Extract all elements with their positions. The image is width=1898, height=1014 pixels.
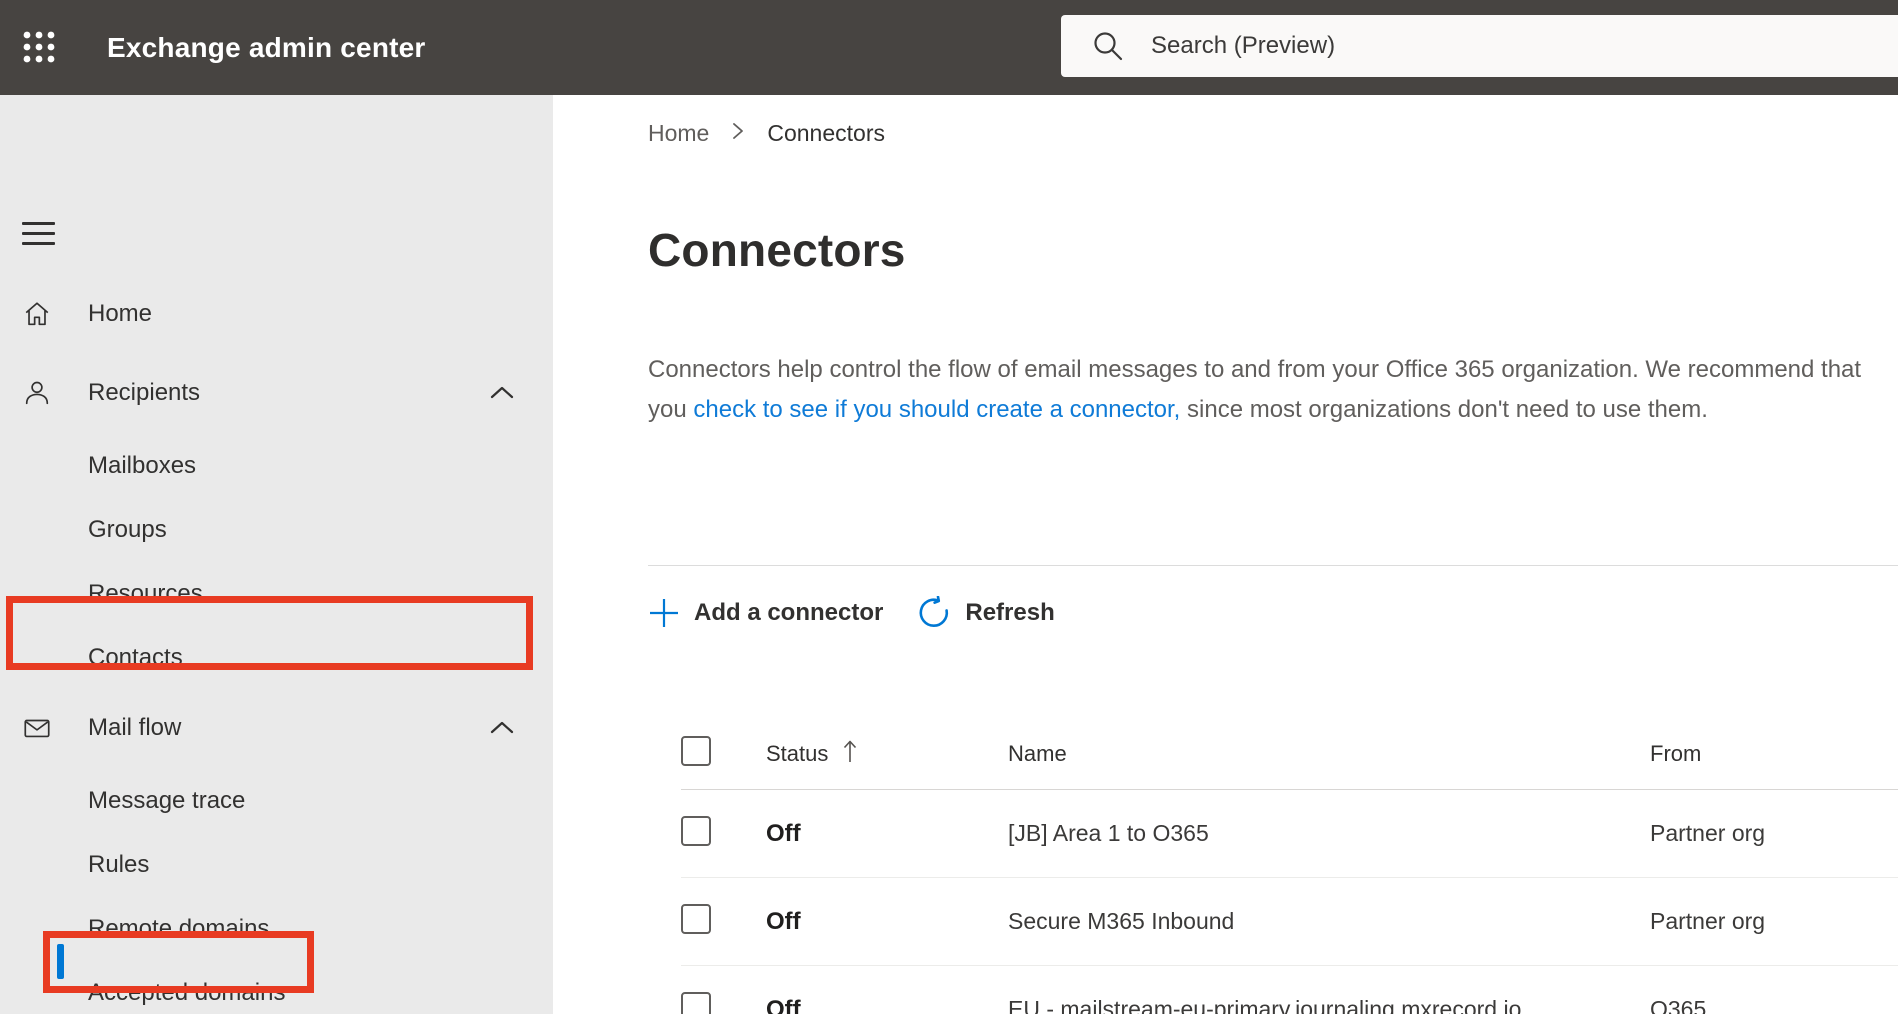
select-all-checkbox[interactable] <box>681 735 711 766</box>
search-icon <box>1094 32 1123 61</box>
mail-icon <box>22 713 52 743</box>
table-row[interactable]: Off Secure M365 Inbound Partner org <box>681 878 1898 966</box>
cell-name: Secure M365 Inbound <box>1008 908 1235 934</box>
check-create-connector-link[interactable]: check to see if you should create a conn… <box>693 396 1180 423</box>
search-input[interactable] <box>1151 32 1751 60</box>
sidebar-item-resources[interactable]: Resources <box>0 565 553 623</box>
table-row[interactable]: Off EU - mailstream-eu-primary.journalin… <box>681 966 1898 1014</box>
cell-from: O365 <box>1650 996 1707 1014</box>
sidebar-item-remote-domains[interactable]: Remote domains <box>0 900 553 958</box>
select-all-cell <box>681 735 766 772</box>
sidebar-item-mailboxes[interactable]: Mailboxes <box>0 437 553 495</box>
cell-status: Off <box>766 995 801 1014</box>
breadcrumb-home-link[interactable]: Home <box>648 120 709 147</box>
description-text-after: since most organizations don't need to u… <box>1180 396 1708 423</box>
refresh-button[interactable]: Refresh <box>917 596 1055 630</box>
column-header-label: Status <box>766 740 829 766</box>
row-checkbox[interactable] <box>681 992 711 1014</box>
cell-name: EU - mailstream-eu-primary.journaling.mx… <box>1008 996 1522 1014</box>
plus-icon <box>650 599 678 627</box>
sidebar-item-recipients[interactable]: Recipients <box>0 364 553 422</box>
selected-item-indicator <box>57 944 64 979</box>
breadcrumb: Home Connectors <box>648 115 885 151</box>
sidebar-item-label: Resources <box>88 580 203 607</box>
sidebar-item-mail-flow[interactable]: Mail flow <box>0 699 553 757</box>
waffle-icon <box>23 31 55 63</box>
app-launcher-button[interactable] <box>10 14 68 80</box>
sidebar-item-label: Rules <box>88 851 150 878</box>
sidebar-item-groups[interactable]: Groups <box>0 501 553 559</box>
main-content: Home Connectors Connectors Connectors he… <box>553 95 1898 1014</box>
sidebar-item-home[interactable]: Home <box>0 285 553 343</box>
page-description: Connectors help control the flow of emai… <box>648 350 1870 430</box>
hamburger-icon <box>20 221 60 245</box>
command-bar: Add a connector Refresh <box>648 587 1089 639</box>
connectors-table: Status Name From Off [JB] Area 1 to O365… <box>681 718 1898 1014</box>
row-select-cell <box>681 904 766 939</box>
table-header-row: Status Name From <box>681 718 1898 790</box>
sidebar-item-message-trace[interactable]: Message trace <box>0 772 553 830</box>
nav-collapse-button[interactable] <box>20 215 60 251</box>
breadcrumb-current: Connectors <box>767 119 885 146</box>
person-icon <box>22 378 52 408</box>
top-app-bar: Exchange admin center <box>0 0 1898 95</box>
sidebar-item-label: Home <box>88 300 153 327</box>
page-title: Connectors <box>648 224 906 276</box>
row-checkbox[interactable] <box>681 816 711 846</box>
toolbar-divider <box>648 565 1898 566</box>
sidebar-item-contacts[interactable]: Contacts <box>0 629 553 687</box>
row-checkbox[interactable] <box>681 904 711 934</box>
home-icon <box>22 299 52 329</box>
global-search-box[interactable] <box>1061 15 1898 77</box>
sidebar-item-label: Groups <box>88 516 167 543</box>
sidebar-item-accepted-domains[interactable]: Accepted domains <box>0 964 553 1014</box>
column-header-from[interactable]: From <box>1650 741 1898 767</box>
sidebar-item-rules[interactable]: Rules <box>0 836 553 894</box>
row-select-cell <box>681 816 766 851</box>
sidebar-item-label: Mail flow <box>88 714 182 741</box>
sidebar-item-label: Mailboxes <box>88 452 197 479</box>
table-row[interactable]: Off [JB] Area 1 to O365 Partner org <box>681 790 1898 878</box>
cell-from: Partner org <box>1650 820 1766 846</box>
sidebar-item-label: Accepted domains <box>88 979 286 1006</box>
cell-status: Off <box>766 819 801 847</box>
exchange-admin-center-window: Exchange admin center Home <box>0 0 1898 1014</box>
sort-ascending-icon <box>842 738 858 770</box>
refresh-label: Refresh <box>965 599 1055 626</box>
add-connector-label: Add a connector <box>694 599 884 626</box>
left-navigation: Home Recipients Mailboxes Groups Resourc… <box>0 95 553 1014</box>
sidebar-item-label: Message trace <box>88 787 246 814</box>
cell-from: Partner org <box>1650 908 1766 934</box>
sidebar-item-label: Recipients <box>88 379 201 406</box>
cell-status: Off <box>766 907 801 935</box>
chevron-right-icon <box>731 120 745 148</box>
chevron-up-icon <box>488 719 516 737</box>
column-header-status[interactable]: Status <box>766 738 1008 770</box>
row-select-cell <box>681 992 766 1014</box>
sidebar-item-label: Remote domains <box>88 915 270 942</box>
column-header-name[interactable]: Name <box>1008 741 1650 767</box>
app-title: Exchange admin center <box>107 31 426 63</box>
add-connector-button[interactable]: Add a connector <box>648 597 883 629</box>
refresh-icon <box>919 596 949 627</box>
cell-name: [JB] Area 1 to O365 <box>1008 820 1209 846</box>
chevron-up-icon <box>488 384 516 402</box>
sidebar-item-label: Contacts <box>88 644 183 671</box>
